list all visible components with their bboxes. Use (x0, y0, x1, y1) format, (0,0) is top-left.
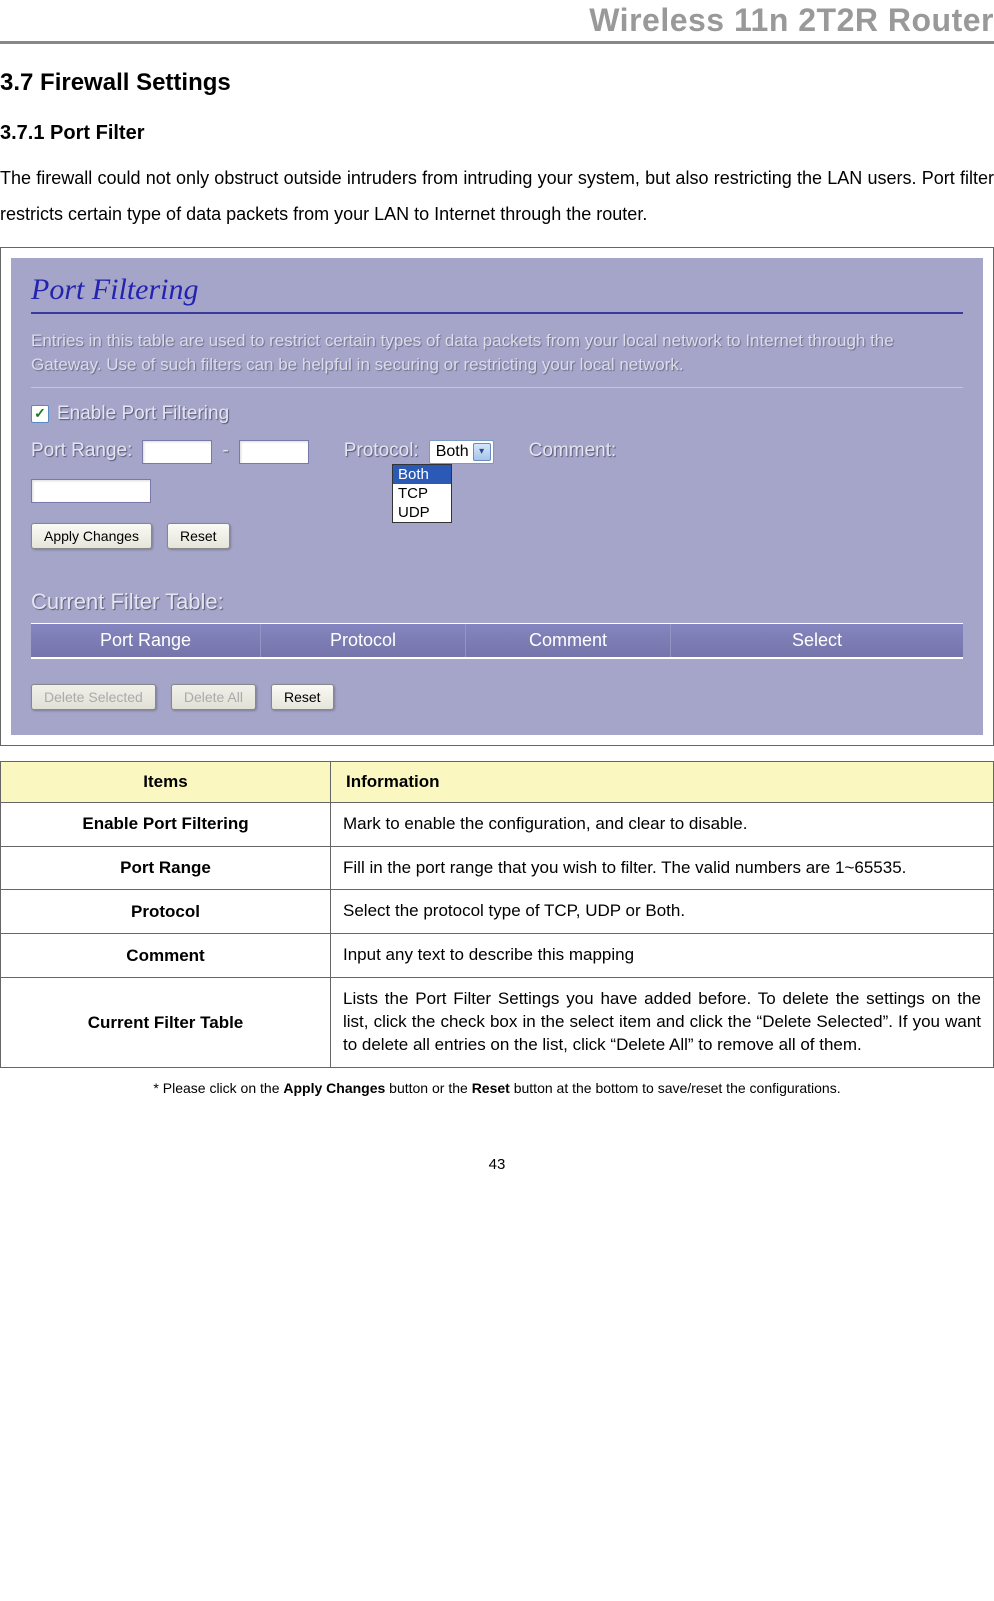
footnote-bold-apply: Apply Changes (283, 1080, 385, 1096)
footnote-prefix: * Please click on the (153, 1080, 283, 1096)
page-number: 43 (0, 1156, 994, 1173)
info-table-header-information: Information (331, 761, 994, 802)
comment-input[interactable] (31, 479, 151, 503)
section-heading: 3.7 Firewall Settings (0, 69, 994, 97)
comment-input-row (31, 479, 963, 503)
button-row-1: Apply Changes Reset (31, 523, 963, 549)
form-row: Port Range: - Protocol: Both ▾ Comment: … (31, 440, 963, 464)
th-port-range: Port Range (31, 624, 261, 657)
subsection-heading: 3.7.1 Port Filter (0, 122, 994, 145)
delete-all-button[interactable]: Delete All (171, 684, 256, 710)
table-row: Port Range Fill in the port range that y… (1, 846, 994, 890)
info-table-header-row: Items Information (1, 761, 994, 802)
footnote-bold-reset: Reset (472, 1080, 510, 1096)
item-cell: Comment (1, 934, 331, 978)
port-range-end-input[interactable] (239, 440, 309, 464)
desc-cell: Select the protocol type of TCP, UDP or … (331, 890, 994, 934)
th-protocol: Protocol (261, 624, 466, 657)
title-underline (31, 312, 963, 314)
desc-cell: Input any text to describe this mapping (331, 934, 994, 978)
info-table-header-items: Items (1, 761, 331, 802)
item-cell: Enable Port Filtering (1, 802, 331, 846)
current-filter-table-title: Current Filter Table: (31, 589, 963, 615)
intro-paragraph: The firewall could not only obstruct out… (0, 160, 994, 232)
footnote-suffix: button at the bottom to save/reset the c… (510, 1080, 841, 1096)
item-cell: Current Filter Table (1, 978, 331, 1068)
th-select: Select (671, 624, 963, 657)
port-range-label: Port Range: (31, 440, 132, 462)
table-row: Comment Input any text to describe this … (1, 934, 994, 978)
enable-port-filtering-label: Enable Port Filtering (57, 403, 229, 425)
screenshot-container: Port Filtering Entries in this table are… (0, 247, 994, 746)
header-title: Wireless 11n 2T2R Router (589, 2, 994, 38)
protocol-option-udp[interactable]: UDP (393, 503, 451, 522)
item-cell: Port Range (1, 846, 331, 890)
footnote-mid: button or the (385, 1080, 471, 1096)
item-cell: Protocol (1, 890, 331, 934)
filter-table-header: Port Range Protocol Comment Select (31, 623, 963, 659)
port-range-dash: - (222, 440, 228, 462)
table-row: Protocol Select the protocol type of TCP… (1, 890, 994, 934)
reset-button[interactable]: Reset (167, 523, 230, 549)
info-table: Items Information Enable Port Filtering … (0, 761, 994, 1069)
footnote: * Please click on the Apply Changes butt… (0, 1080, 994, 1096)
th-comment: Comment (466, 624, 671, 657)
desc-cell: Fill in the port range that you wish to … (331, 846, 994, 890)
reset-button-2[interactable]: Reset (271, 684, 334, 710)
chevron-down-icon: ▾ (473, 443, 491, 461)
header-bar: Wireless 11n 2T2R Router (0, 0, 994, 44)
protocol-option-both[interactable]: Both (393, 465, 451, 484)
screenshot-inner: Port Filtering Entries in this table are… (11, 258, 983, 735)
protocol-option-tcp[interactable]: TCP (393, 484, 451, 503)
enable-port-filtering-checkbox[interactable]: ✓ (31, 405, 49, 423)
delete-selected-button[interactable]: Delete Selected (31, 684, 156, 710)
protocol-select[interactable]: Both ▾ (429, 440, 494, 464)
button-row-2: Delete Selected Delete All Reset (31, 684, 963, 710)
port-filtering-description: Entries in this table are used to restri… (31, 329, 963, 377)
protocol-selected-value: Both (436, 443, 469, 461)
port-filtering-title: Port Filtering (31, 273, 963, 307)
apply-changes-button[interactable]: Apply Changes (31, 523, 152, 549)
table-row: Enable Port Filtering Mark to enable the… (1, 802, 994, 846)
enable-row: ✓ Enable Port Filtering (31, 403, 963, 425)
divider (31, 387, 963, 388)
port-range-start-input[interactable] (142, 440, 212, 464)
protocol-dropdown-list: Both TCP UDP (392, 464, 452, 523)
table-row: Current Filter Table Lists the Port Filt… (1, 978, 994, 1068)
desc-cell: Lists the Port Filter Settings you have … (331, 978, 994, 1068)
desc-cell: Mark to enable the configuration, and cl… (331, 802, 994, 846)
protocol-label: Protocol: (344, 440, 419, 462)
comment-label: Comment: (529, 440, 617, 462)
